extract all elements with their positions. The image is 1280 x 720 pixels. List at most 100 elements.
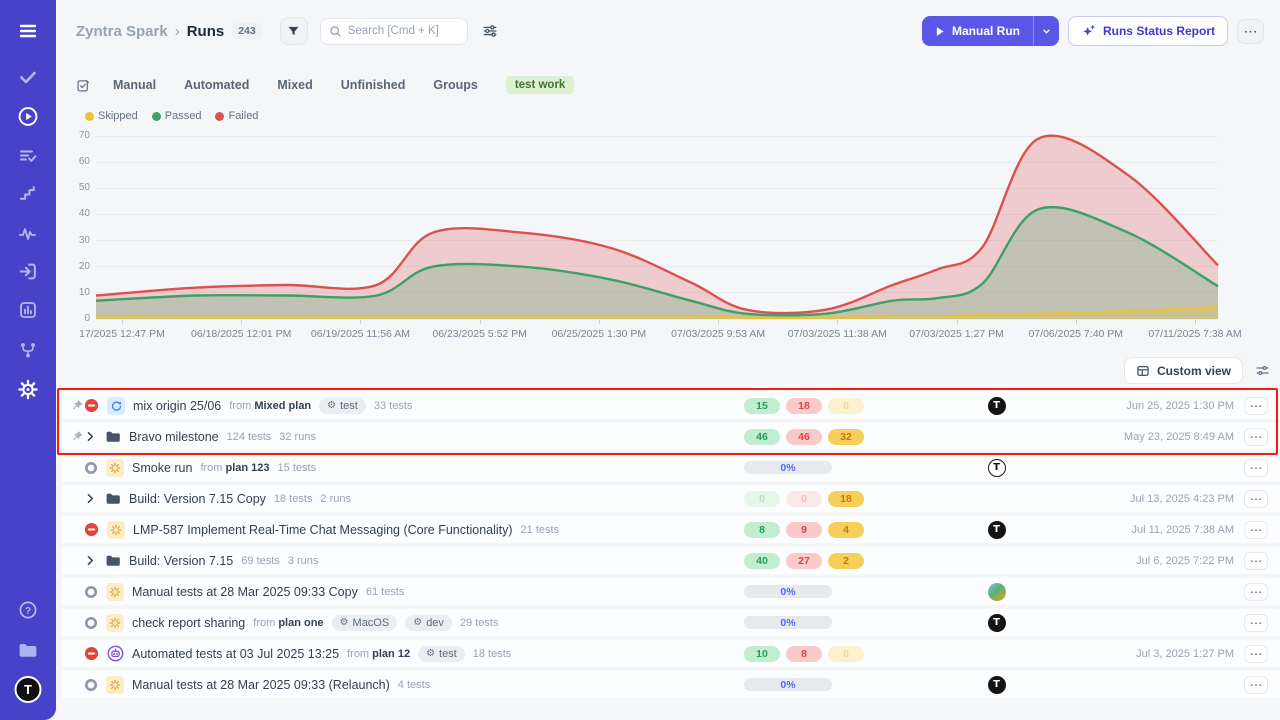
passed-count-pill: 8 — [744, 522, 780, 538]
manual-run-split-button[interactable]: Manual Run — [922, 16, 1059, 46]
row-menu-button[interactable]: ⋯ — [1244, 552, 1268, 570]
hamburger-menu-icon[interactable] — [18, 21, 38, 41]
folder-icon[interactable] — [18, 640, 39, 661]
gear-icon: ⚙ — [426, 648, 435, 659]
run-title[interactable]: Manual tests at 28 Mar 2025 09:33 Copy — [132, 585, 358, 599]
run-row[interactable]: Bravo milestone124 tests32 runs464632May… — [62, 423, 1280, 450]
sign-in-arrow-icon[interactable] — [18, 261, 39, 282]
stairs-steps-icon[interactable] — [19, 184, 38, 203]
row-menu-button[interactable]: ⋯ — [1244, 521, 1268, 539]
tests-count: 33 tests — [374, 400, 413, 412]
breadcrumb-separator: › — [175, 23, 180, 40]
run-row[interactable]: Build: Version 7.15 Copy18 tests2 runs00… — [62, 485, 1280, 512]
bar-chart-icon[interactable] — [18, 300, 38, 320]
run-title[interactable]: Smoke run — [132, 461, 192, 475]
help-icon[interactable]: ? — [18, 600, 38, 620]
passed-count-pill: 40 — [744, 553, 780, 569]
row-menu-button[interactable]: ⋯ — [1244, 397, 1268, 415]
chevron-down-icon — [1041, 26, 1052, 37]
tab-automated[interactable]: Automated — [184, 78, 249, 92]
run-from-plan: from plan 12 — [347, 648, 410, 660]
manual-run-icon — [106, 676, 124, 694]
runs-play-circle-icon[interactable] — [18, 106, 39, 127]
test-cases-check-icon[interactable] — [18, 67, 38, 87]
assignee-cell: T — [929, 676, 1064, 694]
table-view-icon — [1136, 364, 1150, 378]
status-open-icon — [84, 461, 98, 475]
expand-chevron-icon[interactable] — [84, 492, 97, 505]
failed-count-pill: 9 — [786, 522, 822, 538]
run-title[interactable]: mix origin 25/06 — [133, 399, 221, 413]
runs-status-report-button[interactable]: Runs Status Report — [1068, 16, 1228, 46]
search-icon — [329, 25, 342, 38]
select-all-icon[interactable] — [76, 78, 91, 93]
x-axis-label: 17/2025 12:47 PM — [56, 328, 188, 340]
run-stats-cell: 0% — [744, 616, 929, 629]
expand-chevron-icon[interactable] — [84, 430, 97, 443]
pulse-activity-icon[interactable] — [18, 224, 38, 244]
manual-run-dropdown[interactable] — [1033, 16, 1059, 46]
search-box[interactable] — [320, 18, 468, 45]
tab-groups[interactable]: Groups — [433, 78, 477, 92]
assignee-cell: T — [929, 459, 1064, 477]
skipped-count-pill: 32 — [828, 429, 864, 445]
list-check-icon[interactable] — [18, 146, 38, 166]
failed-dot-icon — [215, 112, 224, 121]
run-row[interactable]: Manual tests at 28 Mar 2025 09:33 (Relau… — [62, 671, 1280, 698]
row-menu-button[interactable]: ⋯ — [1244, 676, 1268, 694]
tab-unfinished[interactable]: Unfinished — [341, 78, 406, 92]
run-row[interactable]: Smoke runfrom plan 12315 tests0%T⋯ — [62, 454, 1280, 481]
run-stats-cell: 40272 — [744, 553, 929, 569]
breadcrumb-project[interactable]: Zyntra Spark — [76, 23, 168, 40]
x-axis-label: 06/19/2025 11:56 AM — [294, 328, 426, 340]
run-title[interactable]: Automated tests at 03 Jul 2025 13:25 — [132, 647, 339, 661]
run-title[interactable]: Build: Version 7.15 Copy — [129, 492, 266, 506]
header-more-button[interactable]: ⋯ — [1237, 19, 1264, 44]
x-axis-label: 07/06/2025 7:40 PM — [1010, 328, 1142, 340]
mixed-run-icon — [107, 397, 125, 415]
manual-run-button[interactable]: Manual Run — [922, 16, 1033, 46]
branch-milestones-icon[interactable] — [18, 340, 38, 360]
run-main-cell: mix origin 25/06from Mixed plan⚙test33 t… — [84, 397, 744, 415]
run-title[interactable]: Build: Version 7.15 — [129, 554, 233, 568]
custom-view-button[interactable]: Custom view — [1124, 357, 1243, 384]
view-settings-sliders-icon[interactable] — [1255, 363, 1270, 378]
run-title[interactable]: Manual tests at 28 Mar 2025 09:33 (Relau… — [132, 678, 390, 692]
run-title[interactable]: check report sharing — [132, 616, 245, 630]
settings-gear-icon[interactable] — [18, 379, 39, 400]
run-row[interactable]: mix origin 25/06from Mixed plan⚙test33 t… — [62, 392, 1280, 419]
run-title[interactable]: LMP-587 Implement Real-Time Chat Messagi… — [133, 523, 513, 537]
status-failed-icon — [84, 522, 99, 537]
active-filter-chip[interactable]: test work — [506, 76, 575, 94]
run-row[interactable]: LMP-587 Implement Real-Time Chat Messagi… — [62, 516, 1280, 543]
row-menu-button[interactable]: ⋯ — [1244, 614, 1268, 632]
run-row[interactable]: Build: Version 7.1569 tests3 runs40272Ju… — [62, 547, 1280, 574]
failed-count-pill: 8 — [786, 646, 822, 662]
progress-bar: 0% — [744, 678, 832, 691]
run-from-plan: from plan 123 — [200, 462, 269, 474]
row-menu-button[interactable]: ⋯ — [1244, 490, 1268, 508]
run-row[interactable]: Automated tests at 03 Jul 2025 13:25 from… — [62, 640, 1280, 667]
run-row[interactable]: Manual tests at 28 Mar 2025 09:33 Copy 61… — [62, 578, 1280, 605]
run-date: Jun 25, 2025 1:30 PM — [1064, 400, 1244, 412]
row-menu-button[interactable]: ⋯ — [1244, 645, 1268, 663]
tests-count: 18 tests — [473, 648, 512, 660]
row-menu-button[interactable]: ⋯ — [1244, 583, 1268, 601]
row-menu-button[interactable]: ⋯ — [1244, 428, 1268, 446]
assignee-avatar — [988, 583, 1006, 601]
adjustments-sliders-icon[interactable] — [482, 23, 498, 39]
search-input[interactable] — [348, 25, 458, 37]
tests-count: 61 tests — [366, 586, 405, 598]
run-title[interactable]: Bravo milestone — [129, 430, 219, 444]
expand-chevron-icon[interactable] — [84, 554, 97, 567]
failed-count-pill: 0 — [786, 491, 822, 507]
folder-icon — [105, 429, 121, 445]
skipped-count-pill: 0 — [828, 398, 864, 414]
run-stats-cell: 0018 — [744, 491, 929, 507]
user-avatar[interactable]: T — [15, 676, 42, 703]
tab-manual[interactable]: Manual — [113, 78, 156, 92]
filter-button[interactable] — [280, 17, 308, 45]
run-row[interactable]: check report sharingfrom plan one⚙MacOS⚙… — [62, 609, 1280, 636]
tab-mixed[interactable]: Mixed — [277, 78, 312, 92]
row-menu-button[interactable]: ⋯ — [1244, 459, 1268, 477]
